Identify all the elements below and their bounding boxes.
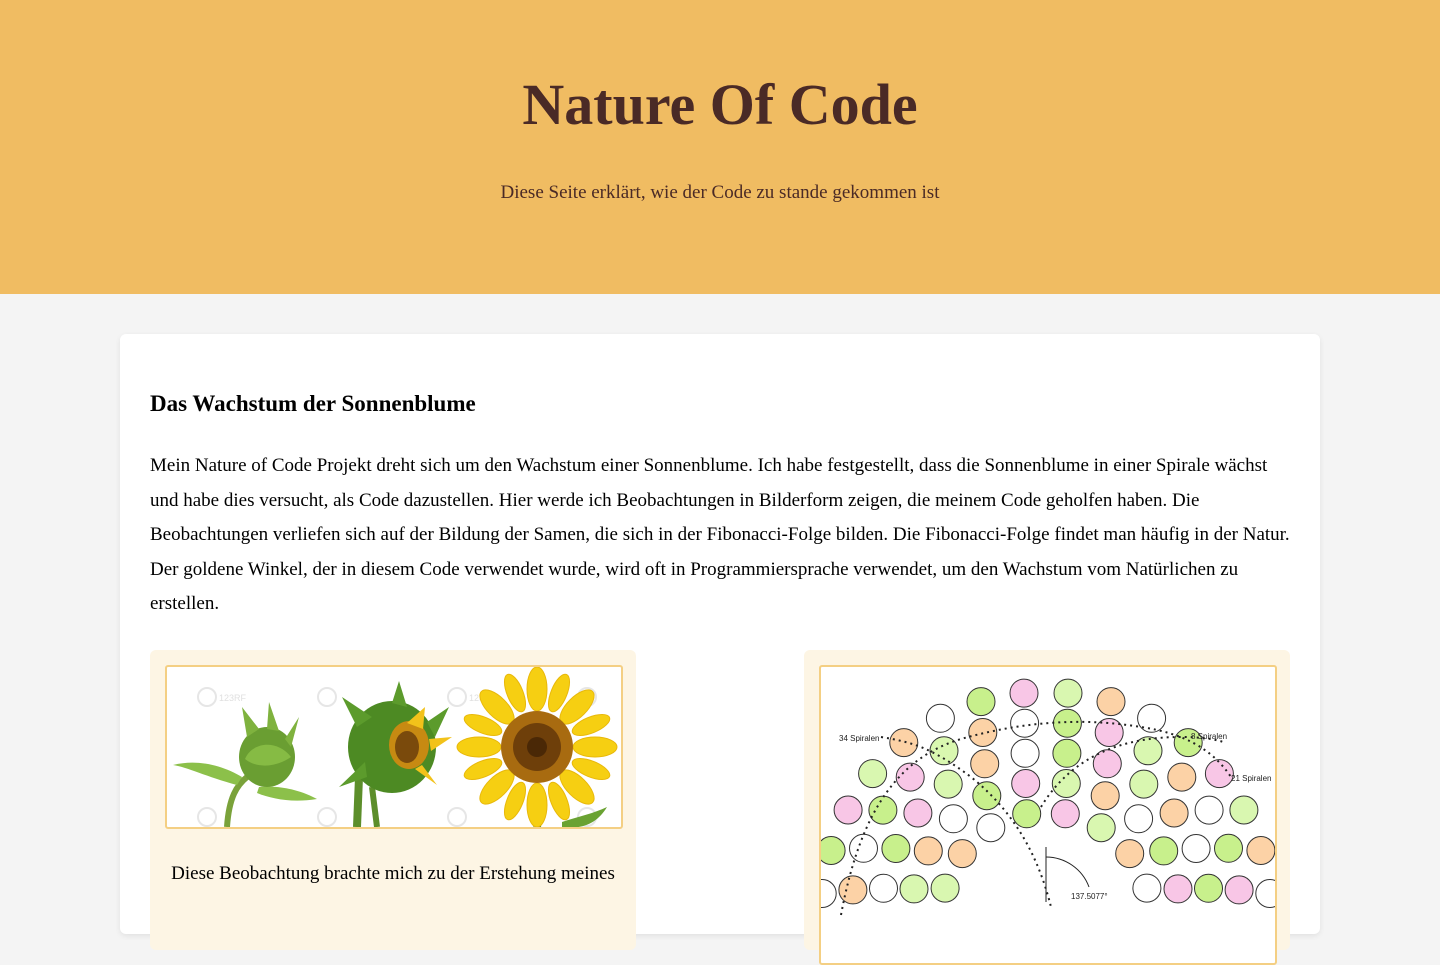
seed-circle	[858, 759, 888, 789]
seed-circle	[881, 834, 911, 863]
page-subtitle: Diese Seite erklärt, wie der Code zu sta…	[500, 181, 940, 203]
seed-circle	[1009, 678, 1039, 708]
seed-circle	[849, 833, 878, 863]
page-title: Nature Of Code	[522, 72, 918, 137]
section-heading: Das Wachstum der Sonnenblume	[150, 391, 476, 416]
seed-circle	[1167, 762, 1197, 792]
sunflower-illustration: 123RF 123RF	[173, 667, 618, 827]
seed-circle	[1204, 759, 1234, 789]
svg-text:21 Spiralen: 21 Spiralen	[1231, 774, 1271, 783]
seed-spiral-diagram-image: 34 Spiralen 8 Spiralen 21 Spiralen 137.5…	[819, 665, 1277, 965]
seed-circle	[1090, 781, 1120, 811]
seed-circle	[1194, 795, 1224, 825]
sunflower-growth-stages-image: 123RF 123RF	[165, 665, 623, 829]
seed-circle	[1124, 804, 1154, 834]
seed-circle	[833, 795, 863, 825]
seed-circle	[869, 873, 898, 903]
seed-circle	[938, 804, 968, 834]
seed-circle	[821, 836, 846, 865]
sunflower-bud-icon	[173, 702, 317, 827]
seed-circle	[1012, 799, 1042, 829]
seed-circle	[1052, 708, 1082, 738]
seed-circle	[913, 836, 943, 866]
seed-circle	[1163, 874, 1193, 904]
seed-circle	[821, 879, 837, 908]
seed-circle	[899, 874, 929, 904]
seed-circle	[1051, 769, 1081, 798]
intro-paragraph: Mein Nature of Code Projekt dreht sich u…	[150, 455, 1290, 614]
seed-circle	[1181, 834, 1211, 863]
seed-circle	[947, 839, 977, 869]
seed-circle	[1159, 798, 1189, 828]
seed-circle	[1053, 678, 1083, 708]
figure-seed-spiral: 34 Spiralen 8 Spiralen 21 Spiralen 137.5…	[804, 650, 1290, 965]
seed-circle	[1096, 687, 1126, 717]
seed-circle	[889, 728, 919, 758]
seed-circle	[966, 687, 996, 717]
seed-circle	[1246, 836, 1275, 865]
seed-circle	[970, 749, 1000, 779]
seed-circle	[1052, 738, 1082, 768]
seed-circle	[1050, 799, 1080, 829]
sunflower-opening-icon	[339, 681, 452, 827]
content-card: Das Wachstum der Sonnenblume Mein Nature…	[120, 334, 1320, 965]
svg-text:123RF: 123RF	[219, 693, 247, 703]
seed-circle	[1132, 873, 1162, 903]
seed-circle	[1214, 833, 1243, 863]
seed-circle	[933, 769, 963, 799]
svg-text:34 Spiralen: 34 Spiralen	[839, 734, 879, 743]
figure-caption: Diese Beobachtung brachte mich zu der Er…	[171, 863, 615, 884]
seed-circle	[868, 795, 898, 825]
page-header: Nature Of Code Diese Seite erklärt, wie …	[0, 0, 1440, 294]
figure-sunflower-stages: 123RF 123RF	[150, 650, 636, 950]
seed-circle	[1010, 738, 1040, 768]
seed-circle	[1115, 839, 1145, 869]
seed-circle	[1094, 718, 1124, 747]
svg-text:8 Spiralen: 8 Spiralen	[1191, 732, 1227, 741]
seed-circle	[1194, 873, 1223, 903]
seed-circle	[1229, 795, 1259, 825]
seed-circle	[925, 703, 955, 733]
seed-circle	[1255, 879, 1275, 908]
seed-circle	[976, 813, 1006, 843]
angle-arc-icon	[1045, 856, 1090, 888]
seed-circle	[1086, 813, 1116, 843]
seed-circle	[972, 781, 1002, 811]
seed-circle	[903, 798, 933, 828]
seed-circle	[895, 762, 925, 792]
seed-circle	[1011, 769, 1041, 798]
seed-circle	[930, 873, 960, 903]
seed-spiral-diagram: 34 Spiralen 8 Spiralen 21 Spiralen 137.5…	[821, 678, 1275, 916]
seed-circle	[1129, 769, 1159, 799]
seed-circle	[1149, 836, 1179, 866]
seed-circle	[1137, 703, 1167, 733]
seed-circle	[1010, 708, 1040, 738]
